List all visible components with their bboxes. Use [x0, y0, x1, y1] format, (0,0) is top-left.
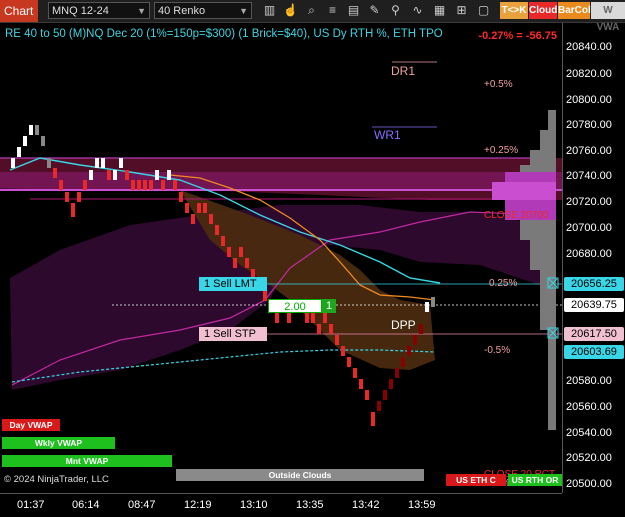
bar-type-selector[interactable]: 40 Renko ▼ [154, 2, 252, 19]
barcol-button[interactable]: BarCol [558, 2, 591, 19]
mnt-vwap-label: Mnt VWAP [2, 455, 172, 467]
chart-heading: RE 40 to 50 (M)NQ Dec 20 (1%=150p=$300) … [5, 28, 443, 40]
bar-type-value: 40 Renko [158, 5, 206, 17]
copyright: © 2024 NinjaTrader, LLC [4, 474, 109, 485]
price-tick: 20560.00 [566, 401, 612, 413]
time-tick: 13:42 [352, 499, 380, 511]
chart-trader-icon[interactable]: ⊞ [454, 3, 469, 18]
time-tick: 06:14 [72, 499, 100, 511]
plus-05-label: +0.5% [484, 79, 513, 90]
chevron-down-icon: ▼ [137, 6, 146, 16]
toolbar: Chart MNQ 12-24 ▼ 40 Renko ▼ ▥ ☝ ⌕ ≡ ▤ ✎… [0, 0, 625, 33]
price-tick: 20680.00 [566, 248, 612, 260]
price-tick: 20780.00 [566, 119, 612, 131]
change-pct: -0.27% = -56.75 [478, 30, 557, 42]
chart-tab[interactable]: Chart [0, 0, 38, 22]
current-price-tag: 20639.75 [564, 298, 624, 312]
sell-stp-order[interactable]: 1 Sell STP [199, 327, 267, 341]
price-tick: 20500.00 [566, 478, 612, 490]
minus-05-label: -0.5% [484, 345, 511, 356]
time-tick: 13:35 [296, 499, 324, 511]
close-label: CLOSE 20700 [484, 210, 549, 221]
time-tick: 08:47 [128, 499, 156, 511]
drawing-tools-icon[interactable]: ✎ [367, 3, 382, 18]
dpp-label: DPP [391, 318, 416, 332]
strategies-icon[interactable]: ⚲ [388, 3, 403, 18]
price-tick: 20720.00 [566, 196, 612, 208]
sell-lmt-price-tag: 20656.25 [564, 277, 624, 291]
chevron-down-icon: ▼ [239, 6, 248, 16]
us-rth-label: US RTH OR [508, 474, 562, 486]
cursor-icon[interactable]: ☝ [283, 3, 298, 18]
price-tick: 20580.00 [566, 375, 612, 387]
qty-price-box[interactable]: 2.00 [268, 299, 322, 313]
us-eth-label: US ETH C [446, 474, 506, 486]
vwa-button[interactable]: W VWA [591, 2, 625, 33]
qty-box[interactable]: 1 [322, 299, 336, 313]
price-tick: 20740.00 [566, 170, 612, 182]
properties-icon[interactable]: ≡ [325, 3, 340, 18]
price-tick: 20840.00 [566, 41, 612, 53]
sell-lmt-order[interactable]: 1 Sell LMT [199, 277, 267, 291]
sell-stp-price-tag: 20617.50 [564, 327, 624, 341]
zoom-icon[interactable]: ⌕ [304, 3, 319, 18]
price-tick: 20540.00 [566, 427, 612, 439]
instrument-selector[interactable]: MNQ 12-24 ▼ [48, 2, 150, 19]
cloud-button[interactable]: Cloud [529, 2, 557, 19]
instrument-value: MNQ 12-24 [52, 5, 109, 17]
drawing-objects-icon[interactable]: ▢ [476, 3, 491, 18]
wkly-vwap-label: Wkly VWAP [2, 437, 115, 449]
wr1-label: WR1 [374, 128, 401, 142]
price-tick: 20820.00 [566, 68, 612, 80]
time-tick: 13:59 [408, 499, 436, 511]
bar-chart-icon[interactable]: ▥ [262, 3, 277, 18]
data-box-icon[interactable]: ▦ [432, 3, 447, 18]
day-vwap-label: Day VWAP [2, 419, 60, 431]
price-tick: 20520.00 [566, 452, 612, 464]
templates-icon[interactable]: ▤ [346, 3, 361, 18]
time-tick: 01:37 [17, 499, 45, 511]
indicators-icon[interactable]: ∿ [410, 3, 425, 18]
time-tick: 13:10 [240, 499, 268, 511]
price-tick: 20700.00 [566, 222, 612, 234]
tkk-button[interactable]: T<>K [500, 2, 528, 19]
price-tick: 20800.00 [566, 94, 612, 106]
cyan-ma-price-tag: 20603.69 [564, 345, 624, 359]
dr1-label: DR1 [391, 64, 416, 78]
outside-clouds-label: Outside Clouds [176, 469, 424, 481]
plus-025-label: +0.25% [484, 145, 519, 156]
price-tick: 20760.00 [566, 145, 612, 157]
time-tick: 12:19 [184, 499, 212, 511]
minus-025-label: 0.25% [489, 278, 518, 289]
